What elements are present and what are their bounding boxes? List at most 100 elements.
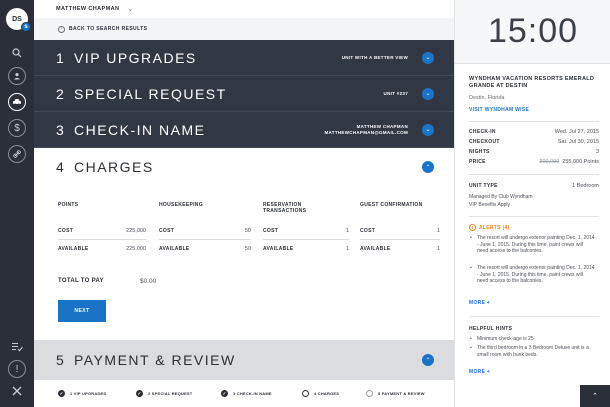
- column-header: HOUSEKEEPING: [159, 202, 203, 208]
- cost-row: COST 1: [263, 222, 349, 240]
- progress-step[interactable]: 5 PAYMENT & REVIEW: [366, 390, 425, 397]
- check-icon: ✓: [58, 390, 65, 397]
- search-icon[interactable]: [8, 44, 26, 62]
- progress-step[interactable]: ✓ 3 CHECK-IN NAME: [221, 390, 272, 397]
- divider: [469, 316, 599, 317]
- resort-name: WYNDHAM VACATION RESORTS EMERALD GRANDE …: [469, 76, 595, 89]
- resort-location: Destin, Florida: [469, 95, 505, 101]
- price-row: PRICE 300,000 255,000 Points: [469, 159, 599, 168]
- column-header: GUEST CONFIRMATION: [360, 202, 423, 208]
- tools-icon[interactable]: [8, 382, 26, 400]
- cost-label: COST: [360, 227, 376, 234]
- step-payment-review[interactable]: 5 PAYMENT & REVIEW ⌃: [34, 340, 454, 380]
- available-value: 1: [345, 246, 349, 252]
- reservation-summary-panel: 15:00 WYNDHAM VACATION RESORTS EMERALD G…: [454, 0, 610, 407]
- step-number: 5: [56, 352, 64, 368]
- step-number: 2: [56, 85, 65, 102]
- helpful-hints-title: HELPFUL HINTS: [469, 326, 513, 332]
- column-header: POINTS: [58, 202, 79, 208]
- managed-by: Managed By Club Wyndham: [469, 194, 533, 200]
- back-to-search-link[interactable]: BACK TO SEARCH RESULTS: [69, 26, 147, 32]
- unit-type-row: UNIT TYPE 1 Bedroom: [469, 183, 599, 192]
- available-value: 50: [244, 246, 251, 252]
- chevron-up-icon[interactable]: ⌃: [422, 161, 434, 173]
- nights-value: 3: [595, 149, 599, 155]
- progress-tracker: ✓ 1 VIP UPGRADES ✓ 2 SPECIAL REQUEST ✓ 3…: [34, 380, 454, 407]
- step-check-in-name[interactable]: 3 CHECK-IN NAME MATTHEW CHAPMAN MATTHEWC…: [34, 112, 454, 148]
- progress-step[interactable]: 4 CHARGES: [302, 390, 339, 397]
- cost-row: COST 1: [360, 222, 440, 240]
- avatar[interactable]: DS s: [6, 8, 31, 32]
- step-vip-upgrades[interactable]: 1 VIP UPGRADES UNIT WITH A BETTER VIEW ⌄: [34, 40, 454, 76]
- progress-step-label: 3 CHECK-IN NAME: [233, 391, 272, 396]
- circle-icon: [302, 390, 309, 397]
- original-price: 300,000: [539, 159, 560, 165]
- progress-step[interactable]: ✓ 2 SPECIAL REQUEST: [136, 390, 192, 397]
- avatar-badge: s: [21, 22, 31, 32]
- cost-row: COST 225,000: [58, 222, 146, 240]
- chevron-down-icon[interactable]: ⌄: [422, 87, 434, 100]
- step-summary: MATTHEW CHAPMAN MATTHEWCHAPMAN@GMAIL.COM: [325, 124, 409, 136]
- chevron-down-icon[interactable]: ⌄: [127, 5, 133, 13]
- checkin-row: CHECK-IN Wed. Jul 27, 2015: [469, 129, 599, 138]
- alert-item: The resort will undergo exterior paintin…: [469, 265, 595, 285]
- progress-step[interactable]: ✓ 1 VIP UPGRADES: [58, 390, 106, 397]
- hint-item: Minimum check-age is 25: [469, 336, 595, 343]
- alerts-header: ! ALERTS (4): [469, 224, 510, 231]
- chevron-down-icon[interactable]: ⌄: [422, 123, 434, 136]
- hint-item: The third bedroom in a 3 Bedroom Deluxe …: [469, 345, 595, 358]
- app-root: DS s $ ! MATTHEW CHAPMAN ⌄ ‹ BACK TO SEA…: [0, 0, 610, 407]
- step-title: PAYMENT & REVIEW: [74, 352, 236, 368]
- cost-value: 225,000: [126, 227, 146, 234]
- car-icon[interactable]: [8, 93, 26, 111]
- checkout-label: CHECKOUT: [469, 139, 500, 145]
- progress-step-label: 2 SPECIAL REQUEST: [148, 391, 193, 396]
- progress-step-label: 1 VIP UPGRADES: [70, 391, 107, 396]
- check-icon: ✓: [221, 390, 228, 397]
- progress-step-label: 4 CHARGES: [314, 391, 340, 396]
- alert-icon[interactable]: !: [8, 360, 26, 378]
- available-label: AVAILABLE: [360, 246, 391, 252]
- dollar-icon[interactable]: $: [8, 119, 26, 137]
- step-summary: UNIT #237: [383, 90, 408, 96]
- charges-column-reservation: RESERVATION TRANSACTIONS COST 1 AVAILABL…: [263, 202, 349, 258]
- checklist-icon[interactable]: [8, 338, 26, 356]
- cost-row: COST 50: [159, 222, 251, 240]
- unit-type-value: 1 Bedroom: [572, 183, 599, 189]
- progress-step-label: 5 PAYMENT & REVIEW: [378, 391, 425, 396]
- price-value: 300,000 255,000 Points: [539, 159, 599, 165]
- more-hints-link[interactable]: MORE +: [469, 369, 490, 375]
- back-arrow-icon[interactable]: ‹: [58, 25, 65, 33]
- price-label: PRICE: [469, 159, 486, 165]
- alert-icon: !: [469, 224, 476, 231]
- link-icon[interactable]: [8, 145, 26, 163]
- available-row: AVAILABLE 50: [159, 240, 251, 258]
- checkout-value: Sat. Jul 30, 2015: [557, 139, 599, 145]
- available-label: AVAILABLE: [263, 246, 294, 252]
- cost-value: 1: [345, 227, 349, 234]
- step-title: SPECIAL REQUEST: [74, 85, 227, 102]
- available-label: AVAILABLE: [159, 246, 190, 252]
- next-button[interactable]: NEXT: [58, 300, 106, 322]
- chevron-up-icon[interactable]: ⌃: [580, 385, 610, 407]
- check-in-time: 15:00: [455, 0, 610, 64]
- owner-name[interactable]: MATTHEW CHAPMAN: [56, 6, 119, 12]
- step-title: CHECK-IN NAME: [74, 121, 206, 138]
- cost-value: 50: [244, 227, 251, 234]
- cost-label: COST: [58, 227, 74, 234]
- step-special-request[interactable]: 2 SPECIAL REQUEST UNIT #237 ⌄: [34, 76, 454, 112]
- chevron-down-icon[interactable]: ⌄: [422, 51, 434, 64]
- cost-value: 1: [436, 227, 440, 234]
- more-alerts-link[interactable]: MORE +: [469, 300, 490, 306]
- nights-row: NIGHTS 3: [469, 149, 599, 158]
- charges-header[interactable]: 4 CHARGES ⌃: [34, 148, 454, 186]
- user-icon[interactable]: [8, 67, 26, 85]
- chevron-up-icon[interactable]: ⌃: [422, 354, 434, 366]
- checkout-row: CHECKOUT Sat. Jul 30, 2015: [469, 139, 599, 148]
- checkin-label: CHECK-IN: [469, 129, 496, 135]
- charges-column-guest-confirmation: GUEST CONFIRMATION COST 1 AVAILABLE 1: [360, 202, 440, 258]
- column-header: RESERVATION TRANSACTIONS: [263, 202, 307, 214]
- visit-wyndham-wise-link[interactable]: VISIT WYNDHAM WISE: [469, 107, 529, 113]
- step-number: 3: [56, 121, 65, 138]
- available-value: 1: [436, 246, 440, 252]
